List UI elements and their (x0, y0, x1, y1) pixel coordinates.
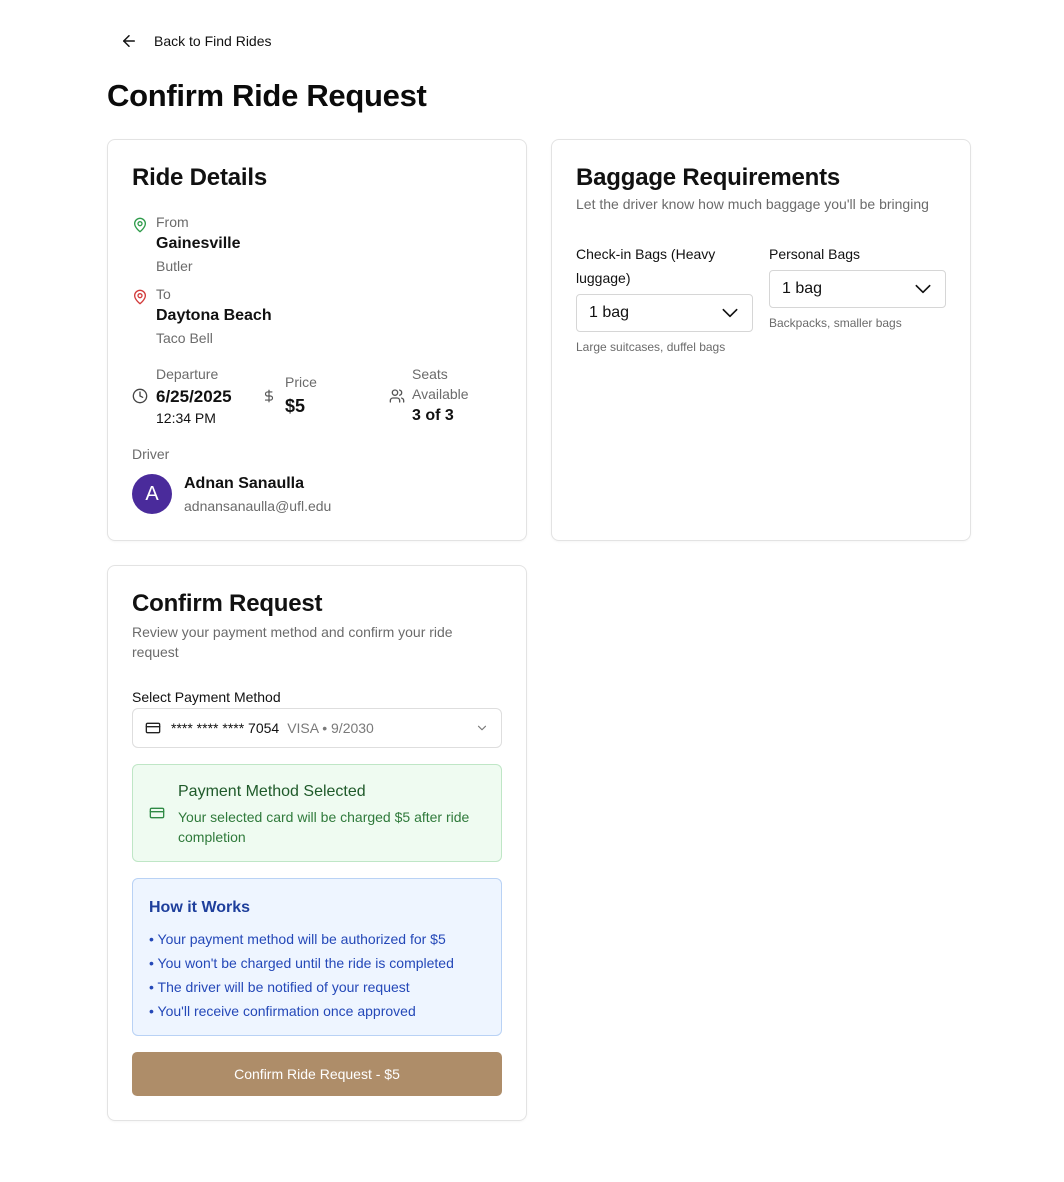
card-meta: VISA • 9/2030 (287, 720, 374, 736)
confirm-title: Confirm Request (132, 590, 323, 617)
payment-method-label: Select Payment Method (132, 689, 281, 705)
credit-card-icon (145, 722, 161, 734)
clock-icon (132, 388, 148, 404)
seats-label-2: Available (412, 386, 469, 402)
chevron-down-icon (915, 284, 931, 294)
price-value: $5 (285, 396, 306, 416)
arrow-left-icon (123, 35, 135, 47)
confirm-request-card: Confirm Request Review your payment meth… (107, 565, 527, 1121)
how-it-works-box: How it Works • Your payment method will … (132, 878, 502, 1036)
avatar: A (132, 474, 172, 514)
payment-selected-title: Payment Method Selected (178, 783, 366, 800)
back-to-find-rides-link[interactable]: Back to Find Rides (120, 32, 272, 50)
to-label: To (156, 286, 171, 302)
price-label: Price (285, 374, 317, 390)
from-city: Gainesville (156, 235, 241, 252)
page-title: Confirm Ride Request (107, 78, 427, 113)
driver-name: Adnan Sanaulla (184, 475, 305, 492)
back-link-label: Back to Find Rides (154, 33, 272, 49)
dollar-icon (264, 389, 274, 403)
baggage-subtitle: Let the driver know how much baggage you… (576, 196, 929, 212)
credit-card-icon (149, 807, 165, 819)
payment-selected-desc: Your selected card will be charged $5 af… (178, 809, 470, 845)
how-it-works-list: • Your payment method will be authorized… (149, 927, 454, 1023)
card-number: **** **** **** 7054 (171, 720, 280, 736)
ride-details-title: Ride Details (132, 164, 267, 191)
departure-date: 6/25/2025 (156, 387, 232, 406)
map-pin-icon (134, 289, 146, 305)
departure-time: 12:34 PM (156, 410, 216, 426)
personal-bags-select[interactable]: 1 bag (769, 270, 946, 308)
seats-label: Seats (412, 366, 448, 382)
list-item: • You'll receive confirmation once appro… (149, 1003, 416, 1019)
map-pin-icon (134, 217, 146, 233)
departure-label: Departure (156, 366, 219, 382)
list-item: • You won't be charged until the ride is… (149, 955, 454, 971)
from-place: Butler (156, 258, 193, 274)
payment-method-select[interactable]: **** **** **** 7054 VISA • 9/2030 (132, 708, 502, 748)
checkin-bags-select[interactable]: 1 bag (576, 294, 753, 332)
checkin-label: Check-in Bags (Heavy luggage) (576, 246, 716, 286)
personal-hint: Backpacks, smaller bags (769, 316, 902, 330)
driver-email: adnansanaulla@ufl.edu (184, 498, 332, 514)
payment-selected-notice: Payment Method Selected Your selected ca… (132, 764, 502, 862)
list-item: • Your payment method will be authorized… (149, 931, 446, 947)
users-icon (389, 389, 405, 403)
driver-label: Driver (132, 446, 170, 462)
to-city: Daytona Beach (156, 307, 272, 324)
personal-label: Personal Bags (769, 246, 861, 262)
confirm-subtitle: Review your payment method and confirm y… (132, 624, 453, 660)
how-it-works-title: How it Works (149, 899, 251, 916)
baggage-title: Baggage Requirements (576, 164, 841, 191)
list-item: • The driver will be notified of your re… (149, 979, 410, 995)
from-label: From (156, 214, 189, 230)
checkin-hint: Large suitcases, duffel bags (576, 340, 726, 354)
baggage-card: Baggage Requirements Let the driver know… (551, 139, 971, 541)
seats-value: 3 of 3 (412, 407, 454, 424)
chevron-down-icon (477, 725, 487, 731)
confirm-ride-request-button[interactable]: Confirm Ride Request - $5 (132, 1052, 502, 1096)
to-place: Taco Bell (156, 330, 213, 346)
chevron-down-icon (722, 308, 738, 318)
ride-details-card: Ride Details From Gainesville Butler To … (107, 139, 527, 541)
